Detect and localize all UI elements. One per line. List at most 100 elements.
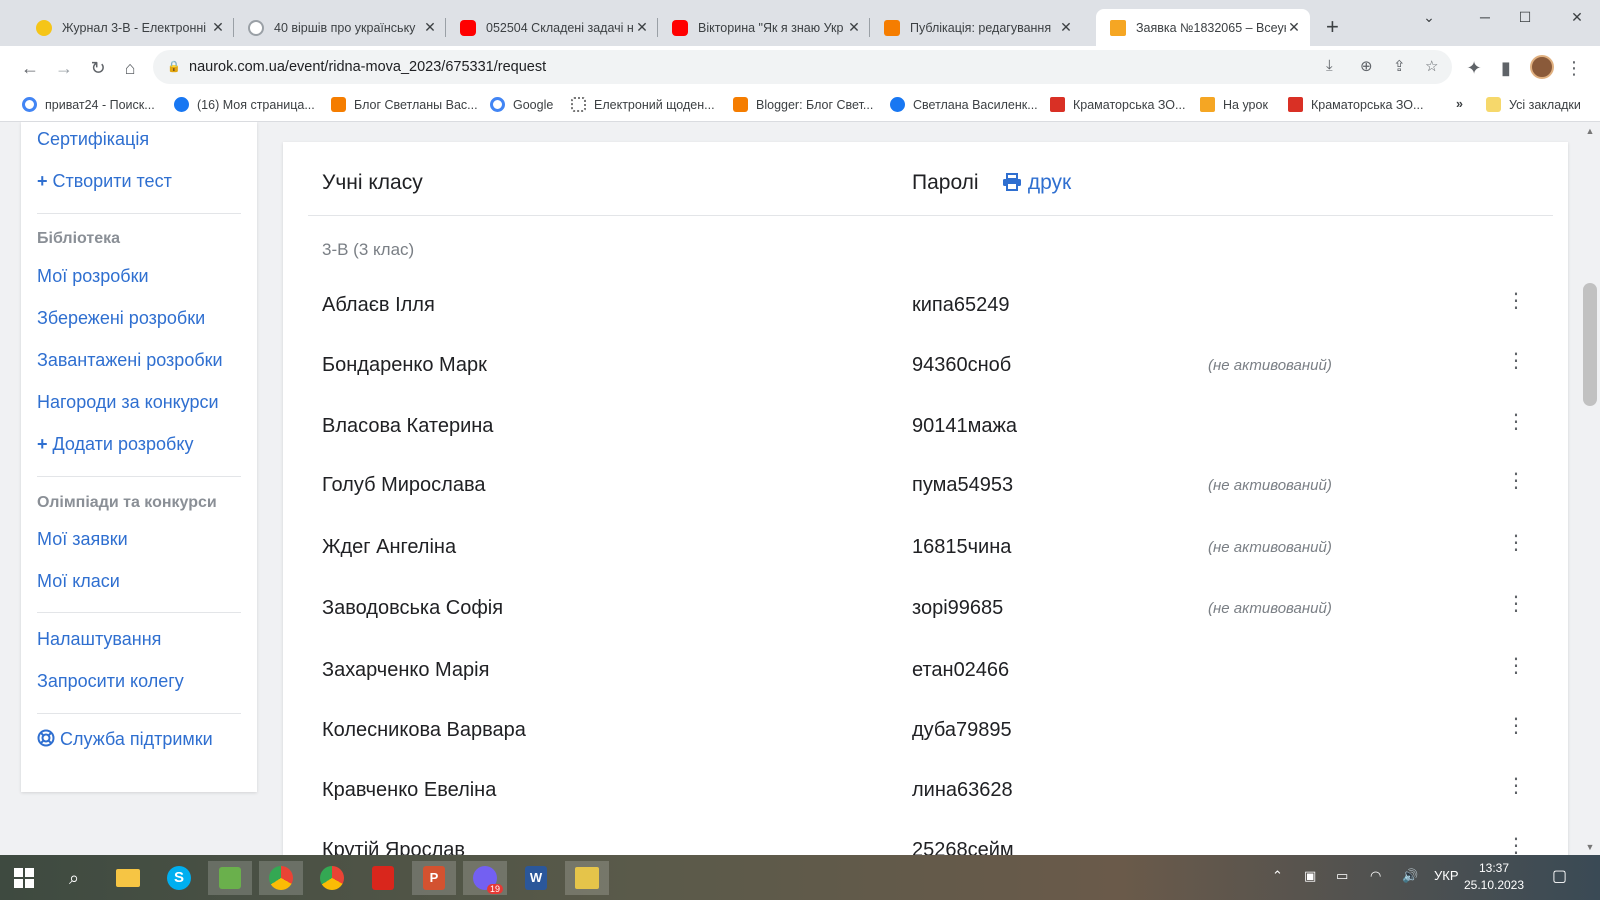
sidebar-item-uploaded-works[interactable]: Завантажені розробки: [37, 350, 223, 371]
row-menu-icon[interactable]: ⋮: [1506, 409, 1526, 435]
share-icon[interactable]: ⇪: [1393, 57, 1406, 75]
bookmark-item[interactable]: Краматорська ЗО...: [1050, 97, 1185, 112]
clock[interactable]: 13:37 25.10.2023: [1454, 860, 1534, 894]
row-menu-icon[interactable]: ⋮: [1506, 468, 1526, 494]
print-button[interactable]: друк: [1002, 171, 1071, 195]
tab-close-icon[interactable]: ✕: [1058, 19, 1074, 36]
page-scrollbar[interactable]: [1580, 122, 1600, 855]
new-tab-button[interactable]: +: [1326, 14, 1339, 40]
sidebar-item-certification[interactable]: Сертифікація: [37, 129, 149, 150]
movie-maker-icon[interactable]: [565, 861, 609, 895]
bookmark-item[interactable]: (16) Моя страница...: [174, 97, 315, 112]
search-icon[interactable]: ⌕: [52, 861, 96, 895]
battery-icon[interactable]: ▭: [1336, 868, 1348, 884]
scroll-up-icon[interactable]: ▲: [1583, 126, 1597, 136]
row-menu-icon[interactable]: ⋮: [1506, 773, 1526, 799]
status-text: (не активований): [1208, 477, 1332, 494]
row-menu-icon[interactable]: ⋮: [1506, 591, 1526, 617]
browser-tab-active[interactable]: Заявка №1832065 – Всеук ✕: [1096, 9, 1310, 46]
sidebar-item-saved-works[interactable]: Збережені розробки: [37, 308, 205, 329]
back-icon[interactable]: ←: [16, 54, 44, 82]
reload-icon[interactable]: ↻: [84, 54, 112, 82]
browser-tab[interactable]: Журнал 3-В - Електронні ✕: [22, 9, 234, 46]
school-icon: [1050, 97, 1065, 112]
install-icon[interactable]: ⤓: [1326, 57, 1333, 74]
viber-icon[interactable]: 19: [463, 861, 507, 895]
skype-icon[interactable]: S: [157, 861, 201, 895]
chrome-icon[interactable]: [310, 861, 354, 895]
chrome-icon[interactable]: [259, 861, 303, 895]
volume-icon[interactable]: 🔊: [1402, 868, 1418, 884]
acrobat-icon[interactable]: [361, 861, 405, 895]
sidebar-item-settings[interactable]: Налаштування: [37, 629, 161, 650]
sidebar-item-add-work[interactable]: + Додати розробку: [37, 434, 193, 455]
tab-title: 052504 Складені задачі н: [486, 20, 634, 35]
row-menu-icon[interactable]: ⋮: [1506, 713, 1526, 739]
browser-tab[interactable]: Вікторина "Як я знаю Укр ✕: [658, 9, 870, 46]
bookmarks-overflow-button[interactable]: »: [1456, 97, 1463, 111]
row-menu-icon[interactable]: ⋮: [1506, 530, 1526, 556]
school-icon: [1288, 97, 1303, 112]
extensions-icon[interactable]: ✦: [1460, 54, 1488, 82]
student-name: Колесникова Варвара: [322, 719, 526, 741]
sidebar-item-awards[interactable]: Нагороди за конкурси: [37, 392, 219, 413]
powerpoint-icon[interactable]: P: [412, 861, 456, 895]
all-bookmarks-button[interactable]: Усі закладки: [1486, 97, 1581, 112]
wifi-icon[interactable]: ◠: [1370, 868, 1381, 884]
close-window-icon[interactable]: ✕: [1554, 0, 1600, 34]
bookmark-item[interactable]: приват24 - Поиск...: [22, 97, 155, 112]
browser-toolbar: ← → ↻ ⌂ 🔒 naurok.com.ua/event/ridna-mova…: [0, 46, 1600, 89]
bookmark-label: приват24 - Поиск...: [45, 97, 155, 112]
bookmark-item[interactable]: Краматорська ЗО...: [1288, 97, 1423, 112]
bookmark-item[interactable]: Google: [490, 97, 553, 112]
browser-tab[interactable]: 052504 Складені задачі н ✕: [446, 9, 658, 46]
scrollbar-thumb[interactable]: [1583, 283, 1597, 406]
bookmark-item[interactable]: Blogger: Блог Свет...: [733, 97, 873, 112]
browser-tab[interactable]: Публікація: редагування ✕: [870, 9, 1082, 46]
sidebar-item-my-classes[interactable]: Мої класи: [37, 571, 120, 592]
tab-close-icon[interactable]: ✕: [634, 19, 650, 36]
word-icon[interactable]: W: [514, 861, 558, 895]
menu-icon[interactable]: ⋮: [1560, 54, 1588, 82]
row-menu-icon[interactable]: ⋮: [1506, 348, 1526, 374]
notifications-icon[interactable]: ▢: [1552, 866, 1567, 886]
bookmark-item[interactable]: Блог Светланы Вас...: [331, 97, 478, 112]
tab-close-icon[interactable]: ✕: [422, 19, 438, 36]
tab-close-icon[interactable]: ✕: [210, 19, 226, 36]
sidebar-item-invite[interactable]: Запросити колегу: [37, 671, 184, 692]
address-bar[interactable]: 🔒 naurok.com.ua/event/ridna-mova_2023/67…: [153, 50, 1452, 84]
student-name: Бондаренко Марк: [322, 354, 487, 376]
home-icon[interactable]: ⌂: [116, 54, 144, 82]
sidebar-item-create-test[interactable]: + Створити тест: [37, 171, 172, 192]
sidebar-item-my-works[interactable]: Мої розробки: [37, 266, 149, 287]
sidebar-item-my-applications[interactable]: Мої заявки: [37, 529, 128, 550]
start-button[interactable]: [2, 861, 46, 895]
bookmark-star-icon[interactable]: ☆: [1425, 57, 1438, 75]
maximize-icon[interactable]: ☐: [1502, 0, 1548, 34]
student-password: 94360сноб: [912, 354, 1012, 376]
display-icon[interactable]: ▣: [1304, 868, 1316, 884]
table-row: Ждег Ангеліна 16815чина (не активований)…: [283, 526, 1568, 566]
row-menu-icon[interactable]: ⋮: [1506, 653, 1526, 679]
bookmark-item[interactable]: Светлана Василенк...: [890, 97, 1038, 112]
bookmark-item[interactable]: Електроний щоден...: [571, 97, 715, 112]
zoom-icon[interactable]: ⊕: [1360, 57, 1373, 75]
browser-tab[interactable]: 40 віршів про українську ✕: [234, 9, 446, 46]
bookmark-item[interactable]: На урок: [1200, 97, 1268, 112]
sidebar-item-label: Служба підтримки: [60, 729, 213, 749]
avatar[interactable]: [1530, 55, 1554, 79]
student-password: 25268сейм: [912, 839, 1014, 855]
scroll-down-icon[interactable]: ▼: [1583, 842, 1597, 852]
tab-search-icon[interactable]: ⌄: [1406, 0, 1452, 34]
tab-close-icon[interactable]: ✕: [1286, 19, 1302, 36]
app-icon[interactable]: [208, 861, 252, 895]
file-explorer-icon[interactable]: [106, 861, 150, 895]
tab-close-icon[interactable]: ✕: [846, 19, 862, 36]
sidebar-item-support[interactable]: Служба підтримки: [37, 729, 213, 750]
side-panel-icon[interactable]: ▮: [1492, 54, 1520, 82]
forward-icon[interactable]: →: [50, 54, 78, 82]
chevron-up-icon[interactable]: ⌃: [1272, 868, 1283, 884]
url-text[interactable]: naurok.com.ua/event/ridna-mova_2023/6753…: [189, 59, 546, 75]
row-menu-icon[interactable]: ⋮: [1506, 288, 1526, 314]
row-menu-icon[interactable]: ⋮: [1506, 833, 1526, 855]
